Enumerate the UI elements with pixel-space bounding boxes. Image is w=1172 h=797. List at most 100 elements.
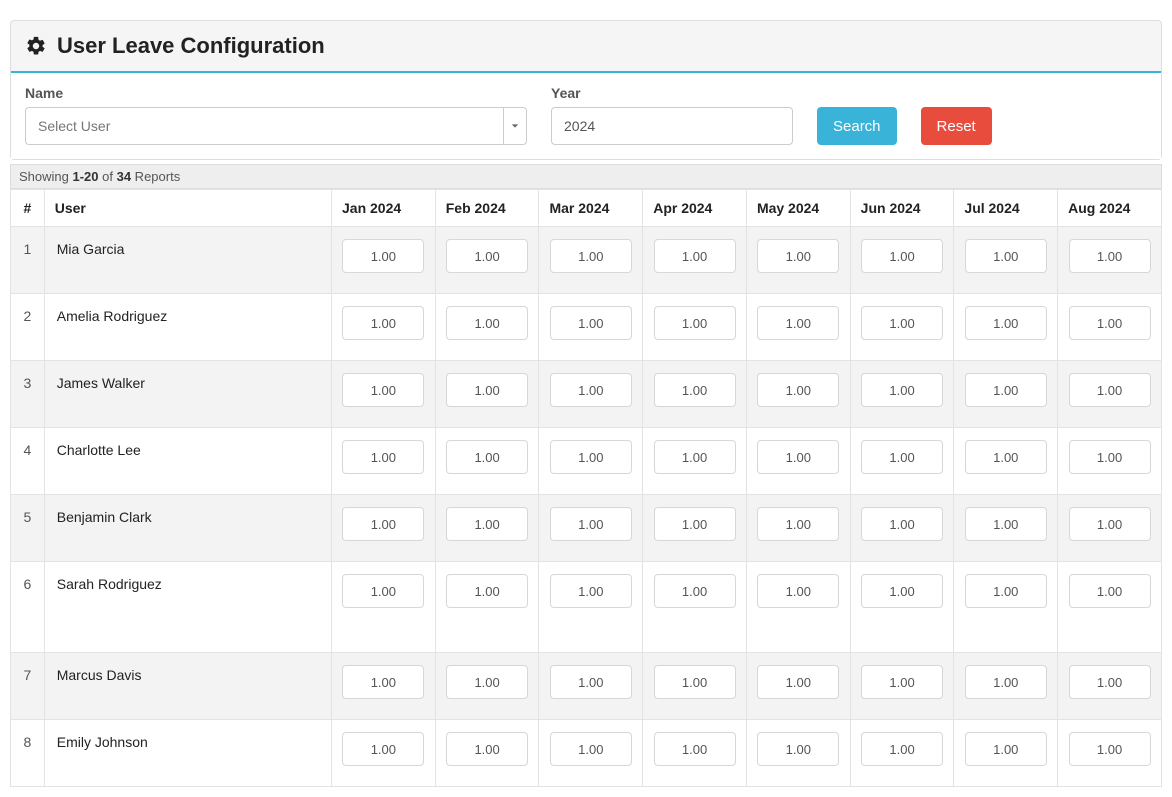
row-value-cell bbox=[746, 294, 850, 361]
row-value-cell bbox=[850, 495, 954, 562]
leave-value-input[interactable] bbox=[654, 440, 736, 474]
leave-value-input[interactable] bbox=[965, 732, 1047, 766]
leave-value-input[interactable] bbox=[965, 373, 1047, 407]
row-index: 1 bbox=[11, 227, 45, 294]
row-value-cell bbox=[1058, 720, 1162, 787]
leave-value-input[interactable] bbox=[965, 440, 1047, 474]
leave-value-input[interactable] bbox=[446, 306, 528, 340]
row-index: 2 bbox=[11, 294, 45, 361]
leave-value-input[interactable] bbox=[446, 440, 528, 474]
leave-value-input[interactable] bbox=[965, 665, 1047, 699]
leave-value-input[interactable] bbox=[654, 239, 736, 273]
table-header-row: # User Jan 2024 Feb 2024 Mar 2024 Apr 20… bbox=[11, 190, 1162, 227]
leave-value-input[interactable] bbox=[654, 373, 736, 407]
row-value-cell bbox=[539, 720, 643, 787]
leave-value-input[interactable] bbox=[342, 440, 424, 474]
search-button[interactable]: Search bbox=[817, 107, 897, 145]
leave-value-input[interactable] bbox=[446, 239, 528, 273]
table-row: 1Mia Garcia bbox=[11, 227, 1162, 294]
leave-value-input[interactable] bbox=[446, 665, 528, 699]
col-idx: # bbox=[11, 190, 45, 227]
leave-value-input[interactable] bbox=[550, 239, 632, 273]
chevron-down-icon bbox=[511, 122, 519, 130]
leave-value-input[interactable] bbox=[342, 507, 424, 541]
leave-value-input[interactable] bbox=[1069, 440, 1151, 474]
leave-value-input[interactable] bbox=[757, 373, 839, 407]
row-value-cell bbox=[643, 428, 747, 495]
row-value-cell bbox=[435, 495, 539, 562]
leave-value-input[interactable] bbox=[550, 665, 632, 699]
leave-value-input[interactable] bbox=[757, 732, 839, 766]
leave-value-input[interactable] bbox=[1069, 239, 1151, 273]
row-value-cell bbox=[1058, 428, 1162, 495]
leave-value-input[interactable] bbox=[446, 373, 528, 407]
leave-value-input[interactable] bbox=[1069, 306, 1151, 340]
leave-value-input[interactable] bbox=[861, 665, 943, 699]
row-value-cell bbox=[539, 227, 643, 294]
row-value-cell bbox=[746, 227, 850, 294]
leave-value-input[interactable] bbox=[861, 239, 943, 273]
leave-value-input[interactable] bbox=[861, 574, 943, 608]
leave-value-input[interactable] bbox=[550, 440, 632, 474]
leave-value-input[interactable] bbox=[757, 440, 839, 474]
leave-value-input[interactable] bbox=[342, 665, 424, 699]
row-value-cell bbox=[1058, 227, 1162, 294]
leave-value-input[interactable] bbox=[757, 574, 839, 608]
name-select-display[interactable]: Select User bbox=[25, 107, 503, 145]
leave-value-input[interactable] bbox=[342, 306, 424, 340]
leave-value-input[interactable] bbox=[861, 373, 943, 407]
leave-value-input[interactable] bbox=[965, 239, 1047, 273]
leave-value-input[interactable] bbox=[861, 732, 943, 766]
leave-value-input[interactable] bbox=[965, 574, 1047, 608]
row-value-cell bbox=[435, 227, 539, 294]
leave-value-input[interactable] bbox=[1069, 732, 1151, 766]
leave-value-input[interactable] bbox=[861, 507, 943, 541]
leave-value-input[interactable] bbox=[550, 507, 632, 541]
reset-button[interactable]: Reset bbox=[921, 107, 992, 145]
row-value-cell bbox=[1058, 361, 1162, 428]
leave-value-input[interactable] bbox=[446, 507, 528, 541]
leave-value-input[interactable] bbox=[550, 574, 632, 608]
name-select[interactable]: Select User bbox=[25, 107, 527, 145]
leave-value-input[interactable] bbox=[861, 306, 943, 340]
row-value-cell bbox=[850, 428, 954, 495]
name-select-caret[interactable] bbox=[503, 107, 527, 145]
row-value-cell bbox=[435, 361, 539, 428]
leave-value-input[interactable] bbox=[342, 239, 424, 273]
leave-value-input[interactable] bbox=[550, 732, 632, 766]
leave-value-input[interactable] bbox=[446, 732, 528, 766]
row-index: 3 bbox=[11, 361, 45, 428]
leave-value-input[interactable] bbox=[1069, 373, 1151, 407]
leave-value-input[interactable] bbox=[1069, 507, 1151, 541]
leave-value-input[interactable] bbox=[965, 306, 1047, 340]
row-user: James Walker bbox=[44, 361, 331, 428]
leave-value-input[interactable] bbox=[550, 373, 632, 407]
leave-value-input[interactable] bbox=[654, 665, 736, 699]
row-index: 6 bbox=[11, 562, 45, 653]
year-input[interactable] bbox=[551, 107, 793, 145]
row-value-cell bbox=[850, 227, 954, 294]
leave-value-input[interactable] bbox=[1069, 574, 1151, 608]
leave-value-input[interactable] bbox=[757, 665, 839, 699]
leave-value-input[interactable] bbox=[861, 440, 943, 474]
leave-value-input[interactable] bbox=[550, 306, 632, 340]
row-value-cell bbox=[332, 361, 436, 428]
leave-value-input[interactable] bbox=[654, 574, 736, 608]
row-value-cell bbox=[746, 361, 850, 428]
leave-value-input[interactable] bbox=[342, 373, 424, 407]
leave-value-input[interactable] bbox=[654, 507, 736, 541]
leave-value-input[interactable] bbox=[342, 732, 424, 766]
leave-value-input[interactable] bbox=[446, 574, 528, 608]
leave-value-input[interactable] bbox=[654, 732, 736, 766]
leave-value-input[interactable] bbox=[965, 507, 1047, 541]
table-row: 6Sarah Rodriguez bbox=[11, 562, 1162, 653]
leave-value-input[interactable] bbox=[757, 306, 839, 340]
leave-value-input[interactable] bbox=[1069, 665, 1151, 699]
row-value-cell bbox=[850, 294, 954, 361]
leave-value-input[interactable] bbox=[757, 507, 839, 541]
row-value-cell bbox=[643, 720, 747, 787]
leave-value-input[interactable] bbox=[342, 574, 424, 608]
leave-value-input[interactable] bbox=[654, 306, 736, 340]
gear-icon bbox=[25, 35, 47, 57]
leave-value-input[interactable] bbox=[757, 239, 839, 273]
